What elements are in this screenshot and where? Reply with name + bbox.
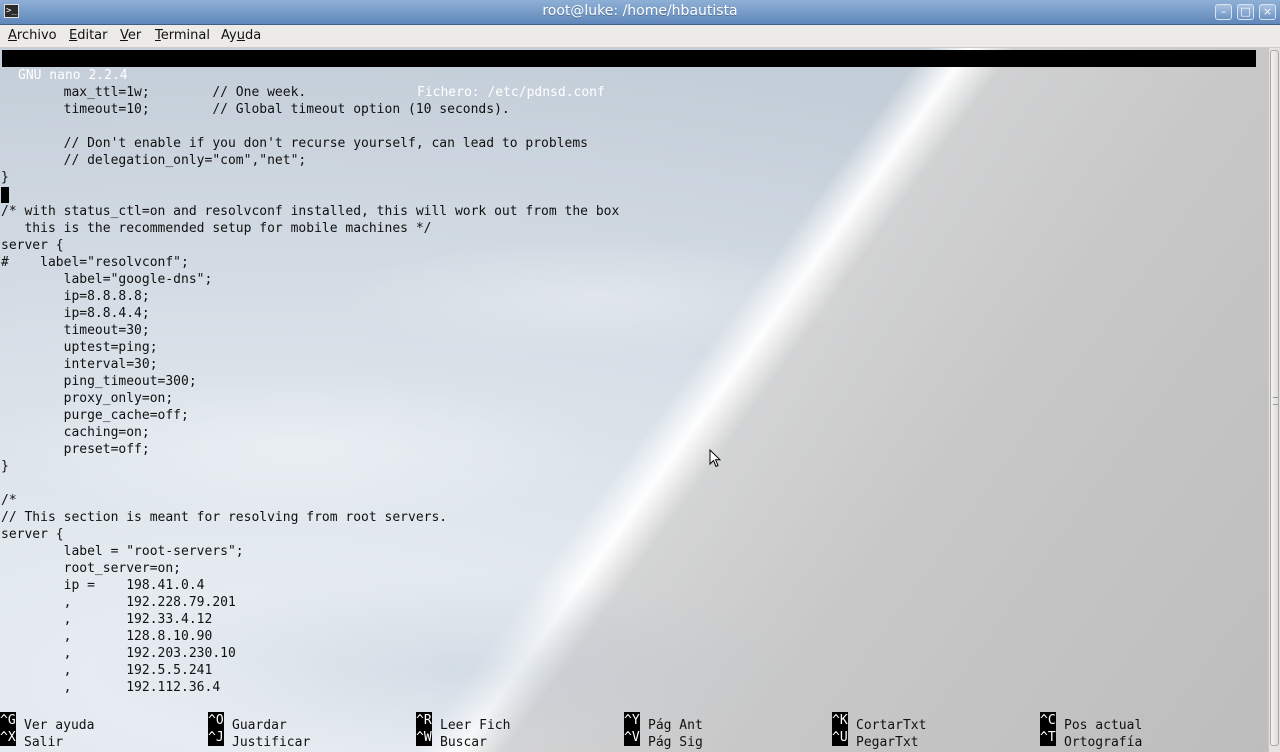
nano-file-name: Fichero: /etc/pdnsd.conf bbox=[417, 85, 605, 100]
buffer-line: } bbox=[1, 459, 9, 474]
buffer-line: /* bbox=[1, 493, 17, 508]
buffer-line: purge_cache=off; bbox=[1, 408, 189, 423]
menu-label-pre: Ay bbox=[221, 28, 237, 43]
buffer-line: ping_timeout=300; bbox=[1, 374, 197, 389]
menu-label-rest: ditar bbox=[77, 28, 108, 43]
shortcut-item: ^O Guardar bbox=[208, 712, 287, 733]
menu-label-rest: er bbox=[127, 28, 142, 43]
shortcut-item: ^T Ortografía bbox=[1040, 729, 1142, 750]
menu-mnemonic: E bbox=[69, 28, 78, 43]
shortcut-label: PegarTxt bbox=[856, 735, 919, 750]
shortcut-item: ^V Pág Sig bbox=[624, 729, 703, 750]
shortcut-key: ^T bbox=[1040, 729, 1056, 746]
buffer-line: ip=8.8.4.4; bbox=[1, 306, 150, 321]
shortcut-item: ^J Justificar bbox=[208, 729, 310, 750]
nano-shortcut-bar: ^G Ver ayuda ^O Guardar ^R Leer Fich ^Y Pág Ant… bbox=[0, 712, 1268, 750]
close-button[interactable]: × bbox=[1259, 4, 1276, 20]
menu-editar[interactable]: Editar bbox=[69, 28, 108, 43]
buffer-line: ip=8.8.8.8; bbox=[1, 289, 150, 304]
shortcut-item: ^R Leer Fich bbox=[416, 712, 510, 733]
menu-label-rest: erminal bbox=[160, 28, 210, 43]
menu-mnemonic: V bbox=[120, 28, 128, 43]
buffer-line: timeout=30; bbox=[1, 323, 150, 338]
grip-icon bbox=[1273, 397, 1278, 405]
menu-mnemonic: u bbox=[236, 28, 245, 43]
menu-label-rest: rchivo bbox=[16, 28, 57, 43]
buffer-line: server { bbox=[1, 238, 64, 253]
shortcut-label: Salir bbox=[24, 735, 64, 750]
scrollbar-thumb[interactable] bbox=[1270, 50, 1279, 746]
buffer-line: max_ttl=1w; // One week. bbox=[1, 85, 307, 100]
shortcut-key: ^U bbox=[832, 729, 848, 746]
buffer-line: timeout=10; // Global timeout option (10… bbox=[1, 102, 510, 117]
window-titlebar[interactable]: >_ root@luke: /home/hbautista – □ × bbox=[0, 0, 1280, 25]
buffer-line: root_server=on; bbox=[1, 561, 182, 576]
shortcut-label: Pág Sig bbox=[648, 735, 703, 750]
nano-version: GNU nano 2.2.4 bbox=[18, 68, 128, 83]
minimize-button[interactable]: – bbox=[1215, 4, 1232, 20]
shortcut-label: Ortografía bbox=[1064, 735, 1143, 750]
shortcut-key: ^K bbox=[832, 712, 848, 729]
shortcut-key: ^Y bbox=[624, 712, 640, 729]
buffer-line: ip = 198.41.0.4 bbox=[1, 578, 205, 593]
buffer-line: , 192.228.79.201 bbox=[1, 595, 236, 610]
buffer-line: } bbox=[1, 170, 9, 185]
buffer-line: /* with status_ctl=on and resolvconf ins… bbox=[1, 204, 620, 219]
menu-archivo[interactable]: Archivo bbox=[8, 28, 57, 43]
buffer-line: , 192.5.5.241 bbox=[1, 663, 213, 678]
shortcut-item: ^K CortarTxt bbox=[832, 712, 926, 733]
buffer-line: this is the recommended setup for mobile… bbox=[1, 221, 432, 236]
menu-label-rest: da bbox=[244, 28, 262, 43]
buffer-line: preset=off; bbox=[1, 442, 150, 457]
menu-terminal[interactable]: Terminal bbox=[155, 28, 210, 43]
shortcut-item: ^G Ver ayuda bbox=[0, 712, 94, 733]
shortcut-item: ^W Buscar bbox=[416, 729, 487, 750]
buffer-line: label="google-dns"; bbox=[1, 272, 213, 287]
buffer-line: , 192.112.36.4 bbox=[1, 680, 221, 695]
buffer-line: // This section is meant for resolving f… bbox=[1, 510, 448, 525]
menu-mnemonic: A bbox=[8, 28, 17, 43]
shortcut-key: ^V bbox=[624, 729, 640, 746]
shortcut-item: ^U PegarTxt bbox=[832, 729, 919, 750]
mouse-pointer-icon bbox=[709, 449, 721, 468]
buffer-line: // Don't enable if you don't recurse you… bbox=[1, 136, 588, 151]
buffer-line: label = "root-servers"; bbox=[1, 544, 244, 559]
buffer-line: interval=30; bbox=[1, 357, 158, 372]
text-cursor bbox=[1, 187, 9, 203]
menu-ver[interactable]: Ver bbox=[120, 28, 141, 43]
menu-ayuda[interactable]: Ayuda bbox=[221, 28, 261, 43]
shortcut-key: ^O bbox=[208, 712, 224, 729]
buffer-line: caching=on; bbox=[1, 425, 150, 440]
terminal-view[interactable]: GNU nano 2.2.4 Fichero: /etc/pdnsd.conf … bbox=[0, 48, 1268, 752]
vertical-scrollbar[interactable] bbox=[1268, 48, 1280, 752]
shortcut-item: ^C Pos actual bbox=[1040, 712, 1142, 733]
shortcut-item: ^X Salir bbox=[0, 729, 63, 750]
buffer-line: , 192.33.4.12 bbox=[1, 612, 213, 627]
shortcut-label: Justificar bbox=[232, 735, 311, 750]
shortcut-key: ^J bbox=[208, 729, 224, 746]
window-title: root@luke: /home/hbautista bbox=[542, 3, 738, 19]
buffer-line: , 128.8.10.90 bbox=[1, 629, 213, 644]
buffer-line: server { bbox=[1, 527, 64, 542]
maximize-button[interactable]: □ bbox=[1237, 4, 1254, 20]
buffer-line: uptest=ping; bbox=[1, 340, 158, 355]
buffer-line: , 192.203.230.10 bbox=[1, 646, 236, 661]
buffer-line: # label="resolvconf"; bbox=[1, 255, 189, 270]
shortcut-label: Buscar bbox=[440, 735, 487, 750]
shortcut-item: ^Y Pág Ant bbox=[624, 712, 703, 733]
shortcut-key: ^G bbox=[0, 712, 16, 729]
buffer-line: proxy_only=on; bbox=[1, 391, 174, 406]
buffer-line: // delegation_only="com","net"; bbox=[1, 153, 307, 168]
shortcut-key: ^W bbox=[416, 729, 432, 746]
shortcut-key: ^C bbox=[1040, 712, 1056, 729]
nano-header-bar: GNU nano 2.2.4 Fichero: /etc/pdnsd.conf bbox=[2, 50, 1256, 100]
shortcut-key: ^X bbox=[0, 729, 16, 746]
menu-bar: Archivo Editar Ver Terminal Ayuda bbox=[0, 25, 1280, 48]
shortcut-key: ^R bbox=[416, 712, 432, 729]
